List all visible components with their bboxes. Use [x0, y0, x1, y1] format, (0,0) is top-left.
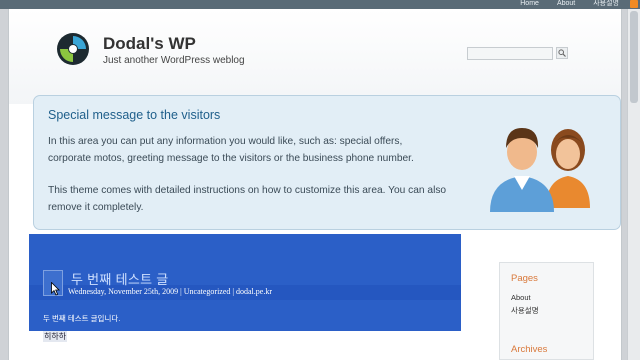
post-body: 두 번째 테스트 글입니다.	[43, 314, 121, 323]
top-navigation-bar: Home About 사용설명	[0, 0, 640, 9]
site-tagline: Just another WordPress weblog	[103, 55, 245, 66]
search-icon	[558, 49, 566, 57]
post-title[interactable]: 두 번째 테스트 글	[71, 269, 169, 288]
post-body-extra: 히하하	[43, 331, 68, 342]
site-logo-icon[interactable]	[56, 32, 90, 66]
post-meta: Wednesday, November 25th, 2009 | Uncateg…	[68, 287, 272, 296]
rss-icon[interactable]	[630, 0, 638, 8]
scrollbar-thumb[interactable]	[630, 11, 638, 103]
message-title: Special message to the visitors	[48, 108, 221, 122]
search-button[interactable]	[556, 47, 568, 59]
sidebar: Pages About 사용설명 Archives	[499, 262, 594, 360]
sidebar-page-link[interactable]: About	[511, 291, 539, 304]
sidebar-pages-heading: Pages	[511, 273, 538, 284]
vertical-scrollbar[interactable]	[627, 9, 640, 360]
mouse-cursor-icon	[51, 282, 60, 296]
message-paragraph-1: In this area you can put any information…	[48, 136, 414, 164]
search-input[interactable]	[467, 47, 553, 60]
message-paragraph-2: This theme comes with detailed instructi…	[48, 185, 447, 213]
sidebar-page-link[interactable]: 사용설명	[511, 304, 539, 317]
visitor-message-box: Special message to the visitors In this …	[33, 95, 621, 230]
sidebar-pages-list: About 사용설명	[511, 291, 539, 317]
sidebar-archives-heading: Archives	[511, 344, 548, 355]
people-icon	[490, 128, 590, 212]
site-title[interactable]: Dodal's WP	[103, 34, 196, 54]
